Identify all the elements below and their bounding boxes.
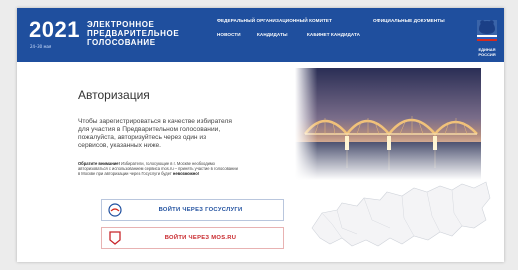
mos-button-label: ВОЙТИ ЧЕРЕЗ MOS.RU (164, 235, 237, 241)
gosuslugi-icon (102, 200, 128, 220)
logo-line-2: РОССИЯ (478, 52, 496, 57)
login-mos-button[interactable]: ВОЙТИ ЧЕРЕЗ MOS.RU (101, 227, 284, 249)
page-title: Авторизация (78, 88, 150, 102)
party-bear-logo-icon (477, 20, 497, 41)
header: 2021 24–30 мая ЭЛЕКТРОННОЕ ПРЕДВАРИТЕЛЬН… (17, 8, 504, 62)
brand-line-2: ПРЕДВАРИТЕЛЬНОЕ (87, 29, 180, 38)
bridge-photo (295, 68, 481, 180)
nav-link-documents[interactable]: ОФИЦИАЛЬНЫЕ ДОКУМЕНТЫ (373, 18, 445, 23)
brand-line-3: ГОЛОСОВАНИЕ (87, 38, 156, 47)
nav-link-candidate-cabinet[interactable]: КАБИНЕТ КАНДИДАТА (307, 32, 360, 37)
year-label: 2021 (29, 17, 80, 42)
auth-description: Чтобы зарегистрироваться в качестве изби… (78, 118, 232, 149)
login-gosuslugi-button[interactable]: ВОЙТИ ЧЕРЕЗ ГОСУСЛУГИ (101, 199, 284, 221)
brand-line-1: ЭЛЕКТРОННОЕ (87, 20, 155, 29)
gosuslugi-button-label: ВОЙТИ ЧЕРЕЗ ГОСУСЛУГИ (158, 207, 243, 213)
party-logo[interactable]: ЕДИНАЯ РОССИЯ (475, 16, 499, 57)
mos-ru-icon (102, 228, 128, 248)
warning-note: Обратите внимание! Избиратели, голосующи… (78, 161, 238, 177)
nav-link-news[interactable]: НОВОСТИ (217, 32, 241, 37)
dates-label: 24–30 мая (30, 44, 52, 49)
nav-link-committee[interactable]: ФЕДЕРАЛЬНЫЙ ОРГАНИЗАЦИОННЫЙ КОМИТЕТ (217, 18, 332, 23)
note-tail: невозможно! (172, 171, 200, 177)
brand-title[interactable]: ЭЛЕКТРОННОЕ ПРЕДВАРИТЕЛЬНОЕ ГОЛОСОВАНИЕ (87, 20, 179, 47)
page-frame: 2021 24–30 мая ЭЛЕКТРОННОЕ ПРЕДВАРИТЕЛЬН… (17, 8, 504, 262)
nav-link-candidates[interactable]: КАНДИДАТЫ (257, 32, 288, 37)
